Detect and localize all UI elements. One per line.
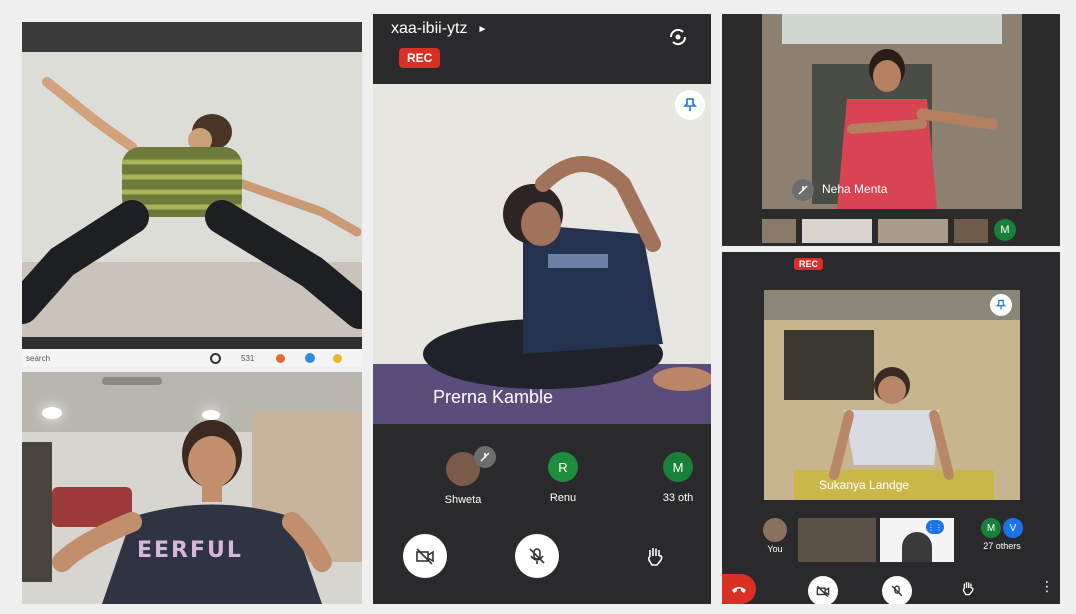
taskbar-circle-icon[interactable] [210,352,222,364]
thumbnail-you[interactable]: You [758,518,792,554]
camera-off-button[interactable] [403,534,447,578]
participants-strip: Shweta R Renu M 33 oth [373,444,711,514]
participant-renu[interactable]: R Renu [538,452,588,504]
thumbnail[interactable] [878,219,948,243]
avatar: R [548,452,578,482]
top-right-video-panel: Neha Menta M [722,14,1060,246]
participant-name: Renu [549,492,577,504]
main-video: Prerna Kamble [373,84,711,424]
meeting-code-row: xaa-ibii-ytz ► [391,20,487,38]
participant-name: 33 oth [662,492,694,504]
taskbar-time-text: 531 [241,353,255,363]
thumb-person [902,532,932,562]
taskbar-app-icon-3[interactable] [333,353,343,363]
laptop-top-bar [22,22,362,52]
pin-icon[interactable] [990,294,1012,316]
avatar [763,518,787,542]
participant-others[interactable]: M 33 oth [645,452,711,504]
camera-off-button[interactable] [808,576,838,604]
thumbnail[interactable] [798,518,876,562]
avatar: M [981,518,1001,538]
participant-name: Shweta [444,494,482,506]
thumbnail[interactable] [802,219,872,243]
video: Sukanya Landge [764,290,1020,500]
raise-hand-button[interactable] [635,536,675,576]
yoga-person-warrior-pose [22,77,362,329]
speaker-name: Sukanya Landge [819,478,910,492]
thumbnail[interactable] [762,219,796,243]
video: Neha Menta [762,14,1022,209]
mic-off-button[interactable] [515,534,559,578]
avatar: M [663,452,693,482]
bottom-right-meet-panel: REC Sukanya Landge You ⋮⋮ M V 27 others … [722,252,1060,604]
thumbnail-label: 27 others [983,541,1021,551]
thumbnail-label: You [767,544,783,554]
rec-badge: REC [794,258,824,270]
thumbnail-active[interactable]: ⋮⋮ [880,518,954,562]
switch-camera-icon[interactable] [665,24,691,50]
avatar: V [1003,518,1023,538]
person-forward-bend [829,367,954,480]
taskbar-search-text[interactable]: search [26,354,50,363]
meeting-code[interactable]: xaa-ibii-ytz [391,20,467,38]
more-options-icon[interactable]: ⋮ [1040,578,1054,595]
top-left-video-panel: search 531 [22,22,362,367]
avatar[interactable]: M [994,219,1016,241]
thumbnail[interactable] [954,219,988,243]
thumbnail-strip: You ⋮⋮ M V 27 others [758,518,1058,566]
mic-off-button[interactable] [882,576,912,604]
laptop-bottom-bezel [22,337,362,349]
svg-text:EERFUL: EERFUL [137,538,243,563]
raise-hand-button[interactable] [960,580,980,600]
chevron-right-icon[interactable]: ► [477,24,487,35]
participant-shweta[interactable]: Shweta [428,446,498,506]
bottom-left-video-panel: EERFUL [22,372,362,604]
mic-off-icon [474,446,496,468]
hang-up-button[interactable] [722,574,756,604]
ceiling-fan [102,377,162,385]
taskbar: search 531 [22,349,362,367]
audio-level-icon: ⋮⋮ [926,520,944,534]
speaker-name: Neha Menta [822,182,888,196]
center-meet-panel: xaa-ibii-ytz ► REC Prerna Kamble Shweta … [373,14,711,604]
taskbar-app-icon-1[interactable] [276,353,286,363]
pin-icon[interactable] [675,90,705,120]
meditating-person: EERFUL [52,420,332,604]
taskbar-app-icon-2[interactable] [305,353,316,363]
speaker-name: Prerna Kamble [433,387,554,407]
rec-badge: REC [399,48,441,68]
thumbnail-strip: M [762,219,1022,246]
yoga-person-seated-twist [423,156,711,391]
mic-off-icon [792,179,814,201]
thumbnail-others[interactable]: M V 27 others [964,518,1040,551]
